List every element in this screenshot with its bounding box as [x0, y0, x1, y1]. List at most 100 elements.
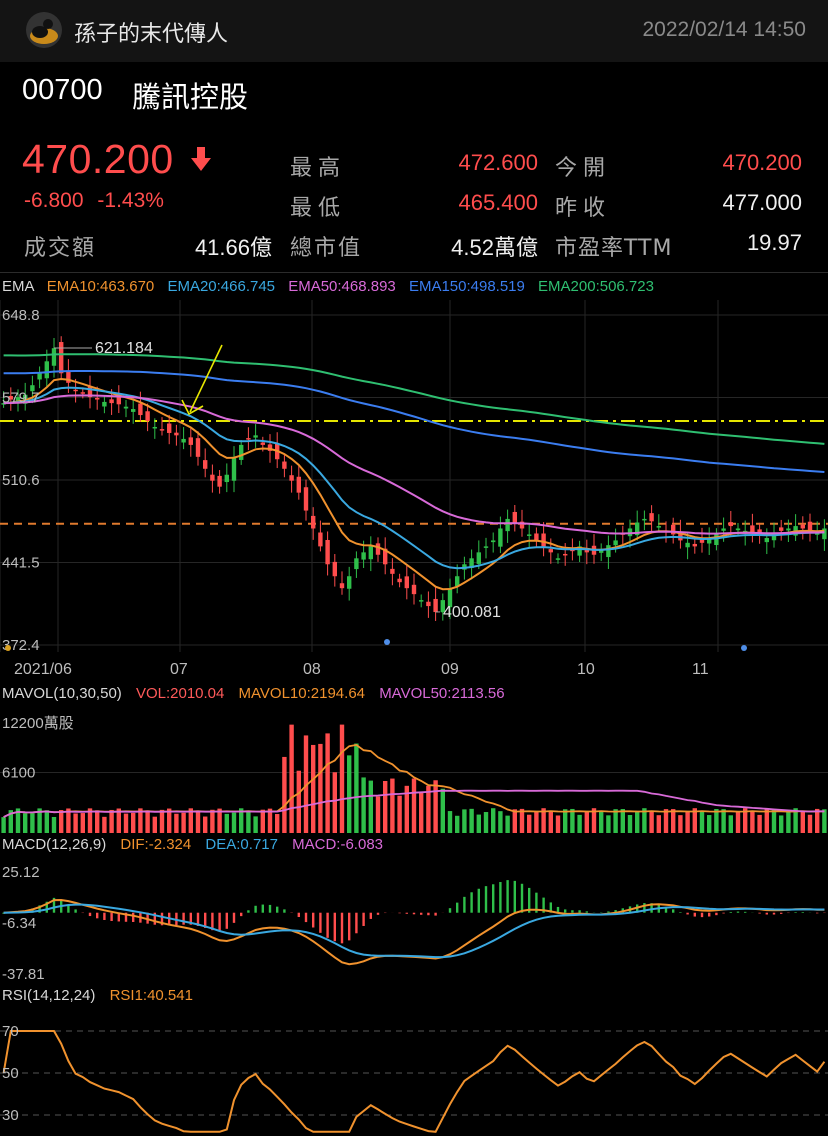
volume-bar	[210, 809, 215, 833]
candle-down	[296, 476, 301, 493]
macd-histogram-bar	[772, 912, 776, 915]
candle-up	[483, 546, 489, 548]
volume-bar	[498, 811, 503, 833]
volume-bar	[577, 814, 582, 833]
candle-up	[505, 518, 510, 532]
volume-bar	[246, 810, 251, 833]
macd-histogram-bar	[369, 912, 372, 919]
volume-bar	[347, 755, 352, 833]
candle-down	[325, 539, 330, 565]
macd-histogram-bar	[268, 904, 272, 913]
macd-histogram-bar	[520, 883, 524, 913]
stock-code: 00700	[22, 74, 103, 106]
volume-bar	[231, 812, 237, 833]
volume-bar	[656, 815, 661, 833]
volume-bar	[109, 809, 114, 833]
rsi-axis-label: 70	[2, 1023, 19, 1040]
volume-bar	[59, 810, 64, 833]
candle-down	[411, 584, 417, 595]
candle-up	[152, 426, 157, 429]
macd-histogram-bar	[362, 912, 365, 926]
candle-down	[779, 527, 784, 531]
volume-bar	[159, 809, 165, 833]
candle-down	[512, 511, 517, 523]
candle-up	[224, 474, 229, 483]
date-axis-label: 10	[577, 661, 595, 678]
rsi-legend[interactable]: RSI(14,12,24) RSI1:40.541	[2, 987, 193, 1004]
volume-bar	[707, 815, 712, 833]
macd-histogram-bar	[427, 912, 430, 916]
volume-bar	[491, 808, 496, 833]
volume-bar	[685, 811, 690, 833]
macd-histogram-bar	[506, 880, 509, 913]
price-axis-label: 510.6	[2, 472, 40, 489]
volume-bar	[527, 814, 532, 833]
macd-histogram-bar	[729, 911, 732, 913]
author-name[interactable]: 孫子的末代傳人	[74, 16, 228, 48]
macd-histogram-bar	[564, 909, 567, 913]
candle-up	[131, 409, 136, 412]
candle-down	[800, 524, 805, 529]
candle-down	[195, 438, 201, 457]
candle-down	[159, 429, 165, 431]
candle-up	[253, 435, 258, 438]
candle-down	[116, 396, 121, 405]
volume-bar	[469, 808, 474, 833]
volume-bar	[735, 811, 741, 833]
volume-bar	[584, 811, 589, 833]
volume-bar	[253, 816, 258, 833]
macd-histogram-bar	[283, 909, 286, 913]
candle-down	[246, 438, 251, 440]
low-annotation: 400.081	[443, 604, 501, 621]
event-marker-icon	[5, 645, 11, 651]
ema-legend[interactable]: EMA EMA10:463.670 EMA20:466.745 EMA50:46…	[2, 278, 654, 295]
volume-bar	[275, 814, 280, 833]
macd-histogram-bar	[492, 884, 495, 913]
volume-chart[interactable]: 12200萬股 6100	[0, 706, 828, 834]
user-avatar[interactable]	[26, 12, 62, 48]
volume-bar	[318, 743, 323, 833]
volume-bar	[181, 812, 186, 833]
macd-histogram-bar	[225, 912, 228, 929]
mavol50-label: MAVOL50:2113.56	[379, 685, 505, 702]
volume-bar	[419, 791, 424, 833]
volume-legend[interactable]: MAVOL(10,30,50) VOL:2010.04 MAVOL10:2194…	[2, 685, 505, 702]
macd-histogram-bar	[765, 912, 768, 915]
ema10-label: EMA10:463.670	[46, 278, 155, 295]
macd-histogram-bar	[88, 912, 92, 917]
price-chart[interactable]: 648.8579.7510.6441.5372.4621.184400.0812…	[0, 300, 828, 685]
candle-up	[613, 540, 618, 546]
candle-up	[51, 348, 57, 366]
rsi-chart[interactable]: 70 50 30	[0, 1010, 828, 1136]
macd-legend[interactable]: MACD(12,26,9) DIF:-2.324 DEA:0.717 MACD:…	[2, 836, 383, 853]
volume-bar	[325, 733, 330, 833]
macd-histogram-bar	[715, 912, 718, 916]
macd-histogram-bar	[398, 912, 401, 914]
macd-histogram-bar	[780, 912, 783, 914]
macd-chart[interactable]: 25.12 -6.34 -37.81	[0, 858, 828, 983]
volume-bar	[145, 810, 150, 833]
macd-histogram-bar	[132, 912, 135, 922]
candle-down	[534, 533, 539, 541]
volume-bar	[73, 813, 78, 833]
low-label: 最低	[290, 196, 347, 221]
macd-histogram-bar	[470, 892, 473, 913]
macd-histogram-bar	[218, 912, 221, 932]
candle-down	[541, 533, 546, 547]
volume-bar	[361, 777, 366, 833]
candle-up	[764, 538, 769, 543]
candle-up	[231, 456, 237, 481]
candle-down	[145, 411, 150, 422]
volume-axis-label: 6100	[2, 765, 35, 782]
rsi1-line	[2, 1030, 826, 1133]
candle-down	[332, 561, 337, 577]
macd-histogram-bar	[794, 912, 797, 913]
macd-histogram-bar	[722, 912, 725, 914]
prev-close-label: 昨收	[555, 196, 612, 221]
macd-histogram-bar	[499, 882, 502, 913]
candle-down	[59, 342, 64, 374]
last-price: 470.200	[22, 136, 174, 182]
volume-bar	[440, 788, 445, 833]
volume-bar	[195, 810, 201, 833]
candle-up	[368, 546, 373, 560]
